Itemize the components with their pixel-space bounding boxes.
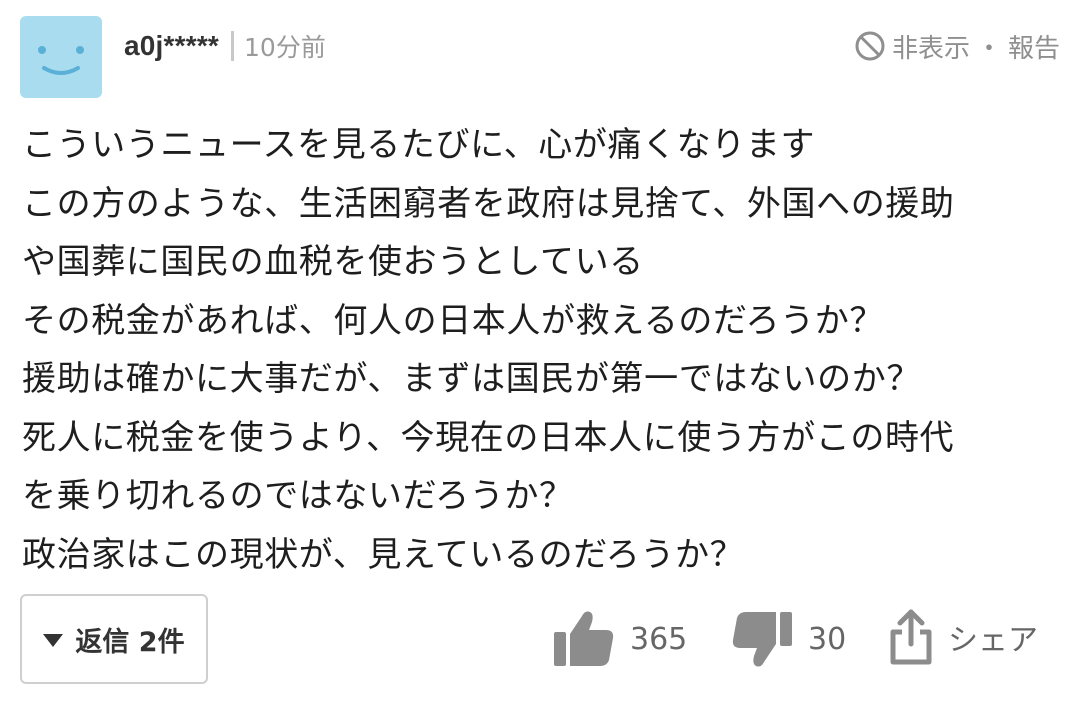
username[interactable]: a0j***** [124,30,219,62]
timestamp: 10分前 [244,33,326,62]
smiley-face-icon [38,46,84,75]
comment-body: こういうニュースを見るたびに、心が痛くなります この方のような、生活困窮者を政府… [22,116,1062,584]
hide-link[interactable]: 非表示 [892,28,970,65]
comment-line: こういうニュースを見るたびに、心が痛くなります [22,125,816,165]
comment-line: や国葬に国民の血税を使おうとしている [22,242,644,282]
share-label: シェア [948,623,1038,658]
avatar [20,16,102,98]
comment-line: この方のような、生活困窮者を政府は見捨て、外国への援助 [22,183,955,224]
comment-line: を乗り切れるのではないだろうか？ [22,476,574,516]
thumbs-down-icon [732,612,792,667]
thumbs-up-icon [554,611,614,666]
replies-label: 返信 2件 [75,626,185,658]
comment-line: 死人に税金を使うより、今現在の日本人に使う方がこの時代 [22,417,955,458]
header-divider [231,31,235,61]
comment-line: 援助は確かに大事だが、まずは国民が第一ではないのか？ [22,359,921,399]
hide-report-separator: ・ [975,33,1002,64]
hide-report-controls: 非表示 ・ 報告 [854,26,1060,66]
comment-line: 政治家はこの現状が、見えているのだろうか？ [22,534,745,575]
like-button[interactable]: 365 [552,608,687,670]
caret-down-icon [43,633,64,647]
share-button[interactable]: シェア [888,608,1038,666]
dislike-button[interactable]: 30 [730,608,846,670]
dislike-count: 30 [808,621,847,657]
report-link[interactable]: 報告 [1008,28,1060,65]
ban-icon[interactable] [854,30,886,62]
comment-line: その税金があれば、何人の日本人が救えるのだろうか？ [22,300,884,341]
share-icon [890,609,932,665]
like-count: 365 [630,621,688,657]
replies-toggle-button[interactable]: 返信 2件 [20,594,208,684]
comment-header: a0j***** 10分前 [124,26,326,66]
